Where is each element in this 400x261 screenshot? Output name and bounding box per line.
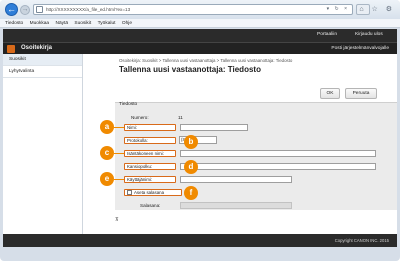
host-label: Isäntäkoneen nimi: <box>127 151 164 156</box>
callout-f: f <box>184 186 198 200</box>
copyright-text: Copyright CANON INC. 2015 <box>334 238 389 243</box>
host-input[interactable] <box>180 150 376 157</box>
menu-help[interactable]: Ohje <box>122 19 132 28</box>
menu-tools[interactable]: Työkalut <box>98 19 116 28</box>
web-page: Portaaliin Kirjaudu ulos Osoitekirja Pos… <box>3 29 397 247</box>
callout-e-line <box>114 179 124 180</box>
address-book-icon <box>7 45 15 53</box>
menu-favorites[interactable]: Suosikit <box>74 19 91 28</box>
path-label: Kansiopolku: <box>127 164 153 169</box>
forward-icon[interactable]: → <box>20 5 30 15</box>
password-input[interactable] <box>180 202 292 209</box>
menu-edit[interactable]: Muokkaa <box>30 19 49 28</box>
host-label-box: Isäntäkoneen nimi: <box>124 150 176 157</box>
sidebar-item-favorites[interactable]: Suosikit <box>3 54 82 66</box>
password-label: Salasana: <box>140 203 161 208</box>
callout-a: a <box>100 120 114 134</box>
browser-titlebar: ← → http://XXXXXXXXX/a_file_ed.html?ex=1… <box>0 0 400 19</box>
page-header: Osoitekirja Posti järjestelmänvalvojalle <box>3 42 397 54</box>
password-set-label: Aseta salasana <box>134 190 165 195</box>
sidebar: Suosikit Lyhytvalinta <box>3 54 83 234</box>
address-bar[interactable]: http://XXXXXXXXX/a_file_ed.html?ex=13 ▾ … <box>33 4 353 15</box>
name-label: Nimi: <box>127 125 137 130</box>
sidebar-item-speed-dial[interactable]: Lyhytvalinta <box>3 66 82 78</box>
toolbar-icons[interactable]: ⌂ ☆ ⚙ <box>359 5 395 13</box>
page-icon <box>36 6 43 13</box>
browser-menubar: Tiedosto Muokkaa Näytä Suosikit Työkalut… <box>0 19 400 28</box>
scroll-top-icon[interactable]: ⊼ <box>115 217 119 223</box>
path-label-box: Kansiopolku: <box>124 163 176 170</box>
callout-d: d <box>184 160 198 174</box>
breadcrumb: Osoitekirja: Suosikit > Tallenna uusi va… <box>119 58 293 63</box>
protocol-label: Protokolla: <box>127 138 148 143</box>
number-value: 11 <box>178 115 183 120</box>
password-set-box: Aseta salasana <box>124 189 182 196</box>
user-label: Käyttäjänimi: <box>127 177 153 182</box>
page-topbar: Portaaliin Kirjaudu ulos <box>3 29 397 42</box>
form-title: Tallenna uusi vastaanottaja: Tiedosto <box>119 65 261 74</box>
portal-link[interactable]: Portaaliin <box>317 32 337 37</box>
user-label-box: Käyttäjänimi: <box>124 176 176 183</box>
ok-button[interactable]: OK <box>320 88 340 99</box>
path-input[interactable] <box>180 163 376 170</box>
password-set-checkbox[interactable] <box>127 190 132 195</box>
user-input[interactable] <box>180 176 292 183</box>
number-label: Numero: <box>131 115 149 120</box>
browser-window: ← → http://XXXXXXXXX/a_file_ed.html?ex=1… <box>0 0 400 261</box>
menu-view[interactable]: Näytä <box>55 19 68 28</box>
page-footer: Copyright CANON INC. 2015 <box>3 234 397 247</box>
callout-a-line <box>114 127 124 128</box>
callout-c-line <box>114 153 124 154</box>
protocol-label-box: Protokolla: <box>124 137 176 144</box>
mail-admin-link[interactable]: Posti järjestelmänvalvojalle <box>331 46 389 51</box>
name-input[interactable] <box>180 124 248 131</box>
menu-file[interactable]: Tiedosto <box>5 19 23 28</box>
name-label-box: Nimi: <box>124 124 176 131</box>
refresh-icon[interactable]: ▾ ↻ × <box>327 6 349 12</box>
cancel-button[interactable]: Peruuta <box>345 88 377 99</box>
logout-link[interactable]: Kirjaudu ulos <box>355 32 383 37</box>
back-icon[interactable]: ← <box>5 3 18 16</box>
section-title: Tiedosto <box>119 102 138 107</box>
callout-c: c <box>100 146 114 160</box>
page-title: Osoitekirja <box>21 45 53 51</box>
address-text[interactable]: http://XXXXXXXXX/a_file_ed.html?ex=13 <box>46 7 130 12</box>
callout-b: b <box>184 135 198 149</box>
callout-e: e <box>100 172 114 186</box>
